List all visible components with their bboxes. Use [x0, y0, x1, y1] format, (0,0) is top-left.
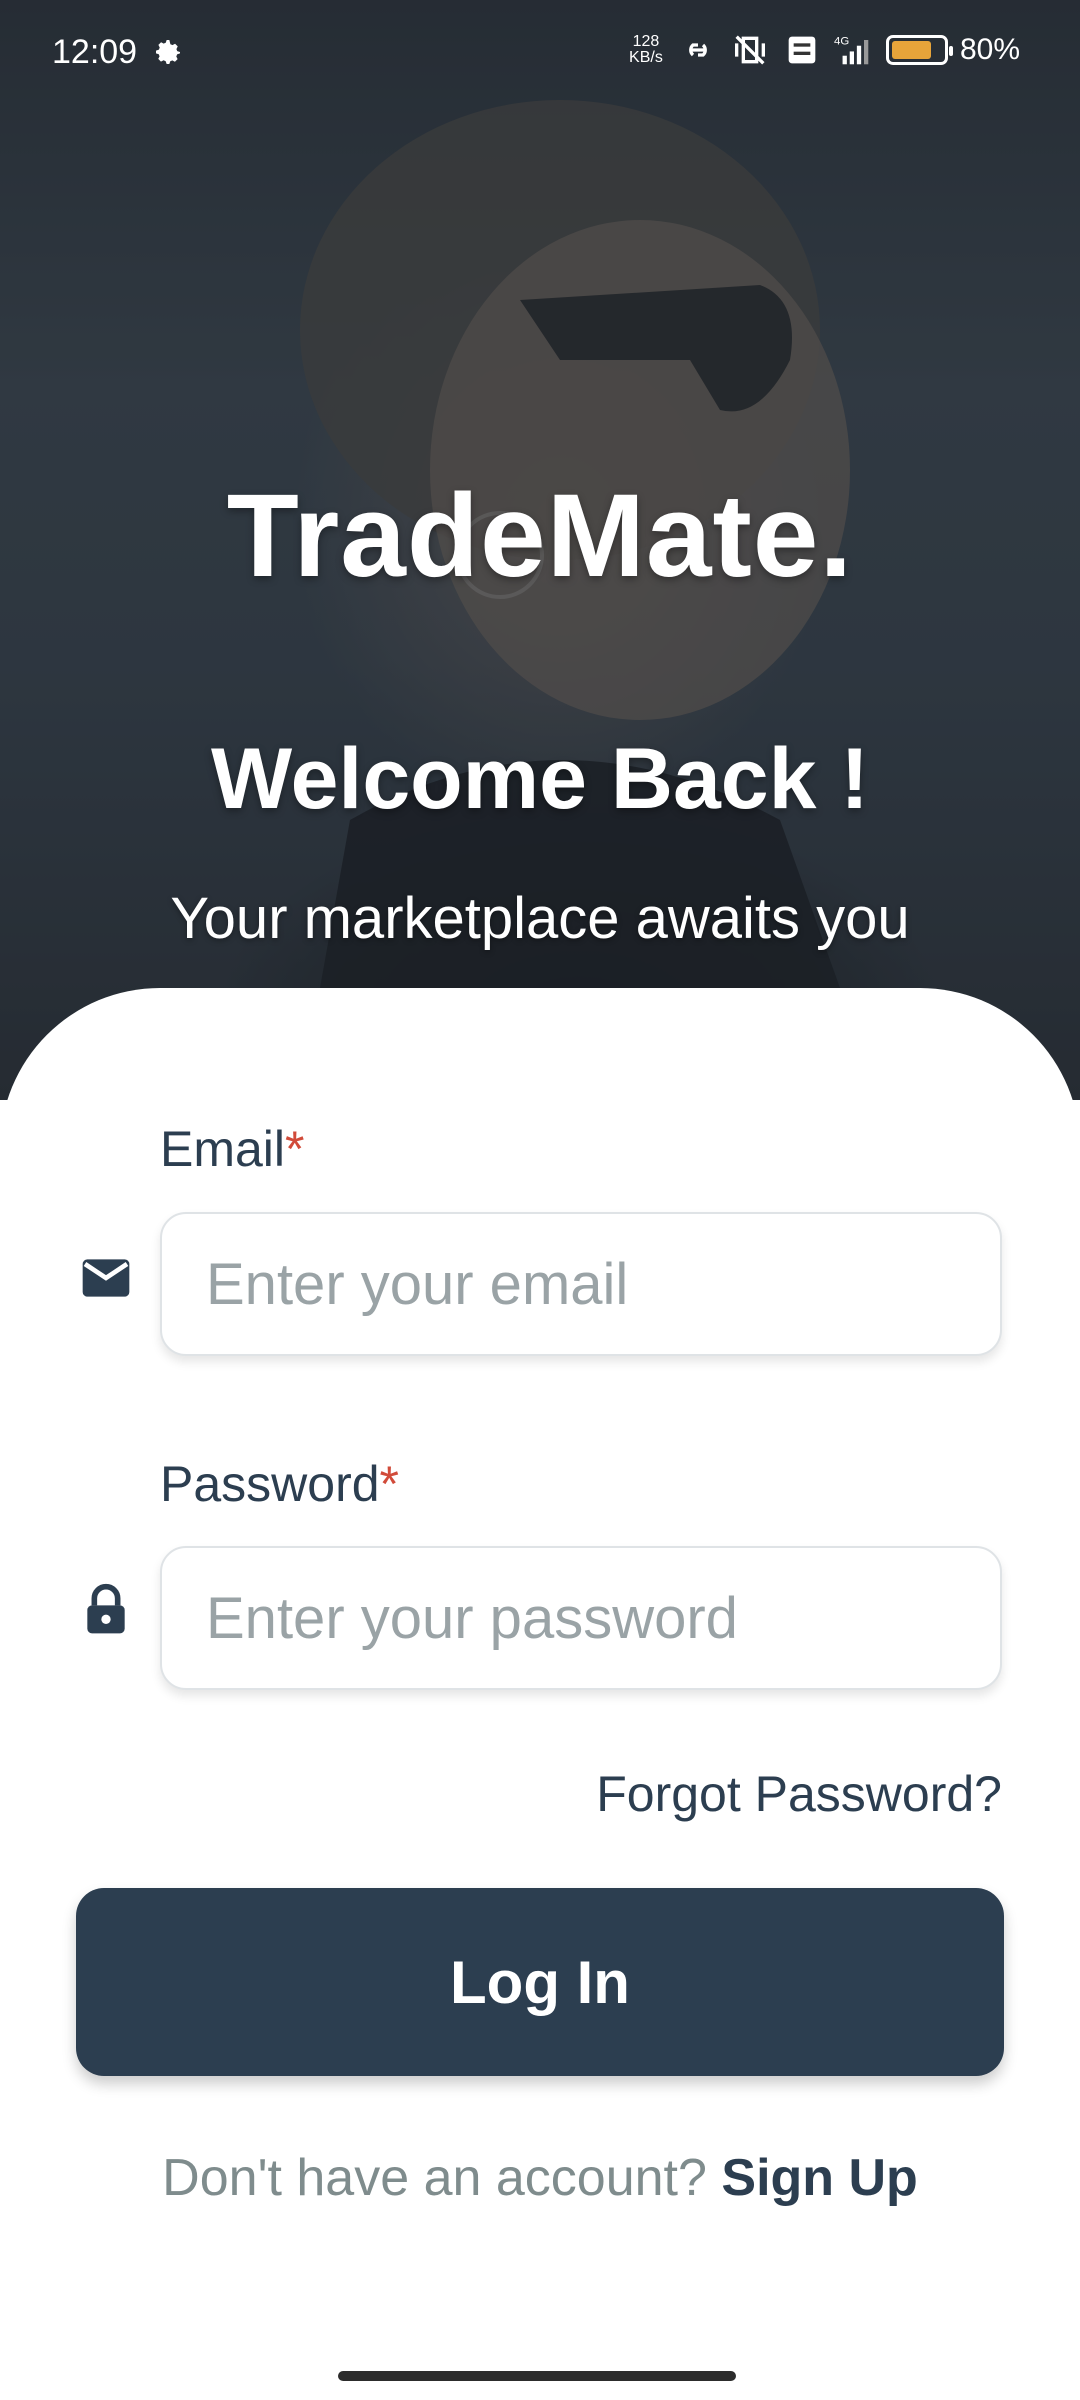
- svg-text:4G: 4G: [834, 35, 849, 47]
- forgot-password-link[interactable]: Forgot Password?: [596, 1765, 1002, 1823]
- tagline: Your marketplace awaits you: [170, 886, 910, 951]
- envelope-icon: [82, 1259, 130, 1297]
- network-speed: 128 KB/s: [629, 33, 663, 66]
- welcome-heading: Welcome Back !: [210, 731, 870, 827]
- signal-icon: 4G: [834, 35, 869, 65]
- gear-icon: [156, 40, 180, 64]
- signup-row: Don't have an account? Sign Up: [0, 2148, 1080, 2208]
- password-label: Password*: [160, 1456, 399, 1512]
- status-time: 12:09: [52, 33, 138, 71]
- hotspot-link-icon: [689, 43, 707, 57]
- battery-icon: [885, 35, 953, 65]
- required-marker: *: [285, 1121, 305, 1177]
- login-button[interactable]: Log In: [76, 1888, 1004, 2076]
- signup-link[interactable]: Sign Up: [721, 2149, 917, 2207]
- required-marker: *: [379, 1456, 399, 1512]
- password-input[interactable]: [160, 1546, 1002, 1690]
- battery-percent: 80%: [959, 33, 1020, 66]
- home-indicator[interactable]: [338, 2371, 736, 2381]
- vibrate-icon: [734, 35, 765, 65]
- email-label: Email*: [160, 1121, 305, 1177]
- status-icons: 128 KB/s 4G 80%: [626, 30, 1020, 70]
- signup-prompt: Don't have an account?: [162, 2149, 707, 2207]
- volte-icon: [788, 36, 816, 64]
- lock-icon: [87, 1583, 125, 1634]
- status-bar: 12:09 128 KB/s 4G 80%: [0, 0, 1080, 104]
- brand-title: TradeMate.: [226, 470, 854, 602]
- email-input[interactable]: [160, 1212, 1002, 1356]
